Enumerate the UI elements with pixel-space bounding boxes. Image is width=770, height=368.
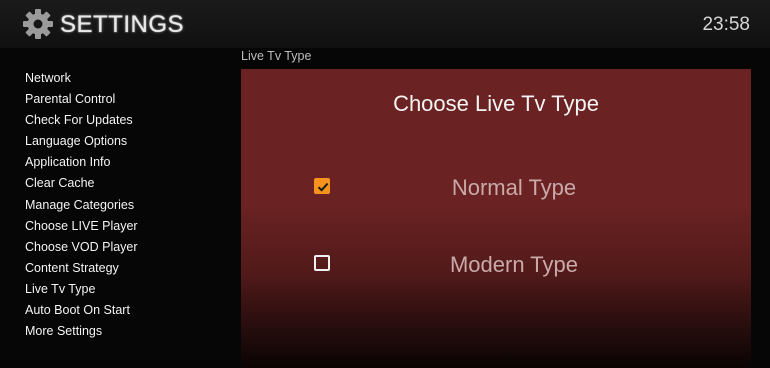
clock-time: 23:58 xyxy=(702,14,750,35)
sidebar-item-manage-categories[interactable]: Manage Categories xyxy=(25,195,138,216)
option-label: Modern Type xyxy=(449,252,578,277)
sidebar-item-check-for-updates[interactable]: Check For Updates xyxy=(25,110,138,131)
option-label: Normal Type xyxy=(451,175,577,200)
live-tv-type-panel: Choose Live Tv Type Normal Type Modern T… xyxy=(241,69,751,368)
sidebar-item-parental-control[interactable]: Parental Control xyxy=(25,89,138,110)
top-bar: SETTINGS 23:58 xyxy=(0,0,770,48)
sidebar-menu: Network Parental Control Check For Updat… xyxy=(25,68,138,342)
dialog-title: Choose Live Tv Type xyxy=(393,91,599,116)
sidebar-item-application-info[interactable]: Application Info xyxy=(25,152,138,173)
sidebar-item-language-options[interactable]: Language Options xyxy=(25,131,138,152)
section-label: Live Tv Type xyxy=(241,49,312,63)
sidebar-item-more-settings[interactable]: More Settings xyxy=(25,321,138,342)
sidebar-item-choose-live-player[interactable]: Choose LIVE Player xyxy=(25,216,138,237)
checkbox-unchecked-icon[interactable] xyxy=(314,255,330,271)
sidebar-item-network[interactable]: Network xyxy=(25,68,138,89)
sidebar-item-choose-vod-player[interactable]: Choose VOD Player xyxy=(25,237,138,258)
sidebar-item-clear-cache[interactable]: Clear Cache xyxy=(25,173,138,194)
sidebar-item-auto-boot-on-start[interactable]: Auto Boot On Start xyxy=(25,300,138,321)
option-modern-type[interactable]: Modern Type xyxy=(241,242,751,286)
page-title: SETTINGS xyxy=(60,11,185,38)
sidebar-item-content-strategy[interactable]: Content Strategy xyxy=(25,258,138,279)
gear-icon xyxy=(22,8,54,40)
checkbox-checked-icon[interactable] xyxy=(314,178,330,194)
sidebar-item-live-tv-type[interactable]: Live Tv Type xyxy=(25,279,138,300)
option-normal-type[interactable]: Normal Type xyxy=(241,165,751,209)
